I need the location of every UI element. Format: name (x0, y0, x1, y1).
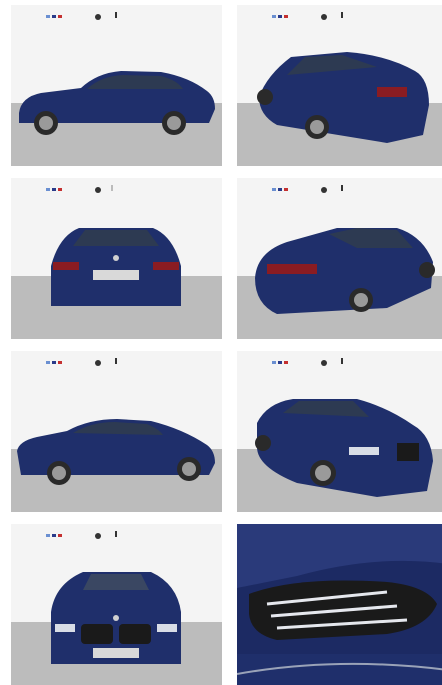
gallery-photo-headlight-closeup[interactable] (237, 524, 442, 685)
headlight-closeup-photo (237, 524, 442, 685)
gallery-photo-side-2[interactable] (11, 351, 222, 512)
car-side-photo (11, 5, 222, 166)
gallery-photo-front[interactable] (11, 524, 222, 685)
car-rear-photo (11, 178, 222, 339)
car-front-three-quarter-photo (237, 351, 442, 512)
car-rear-three-quarter-right-photo (237, 178, 442, 339)
car-front-photo (11, 524, 222, 685)
gallery-photo-rear-three-quarter-right[interactable] (237, 178, 442, 339)
car-side-2-photo (11, 351, 222, 512)
gallery-photo-front-three-quarter[interactable] (237, 351, 442, 512)
gallery-photo-side[interactable] (11, 5, 222, 166)
photo-gallery (0, 0, 442, 685)
gallery-photo-rear-three-quarter[interactable] (237, 5, 442, 166)
gallery-photo-rear[interactable] (11, 178, 222, 339)
car-rear-three-quarter-photo (237, 5, 442, 166)
